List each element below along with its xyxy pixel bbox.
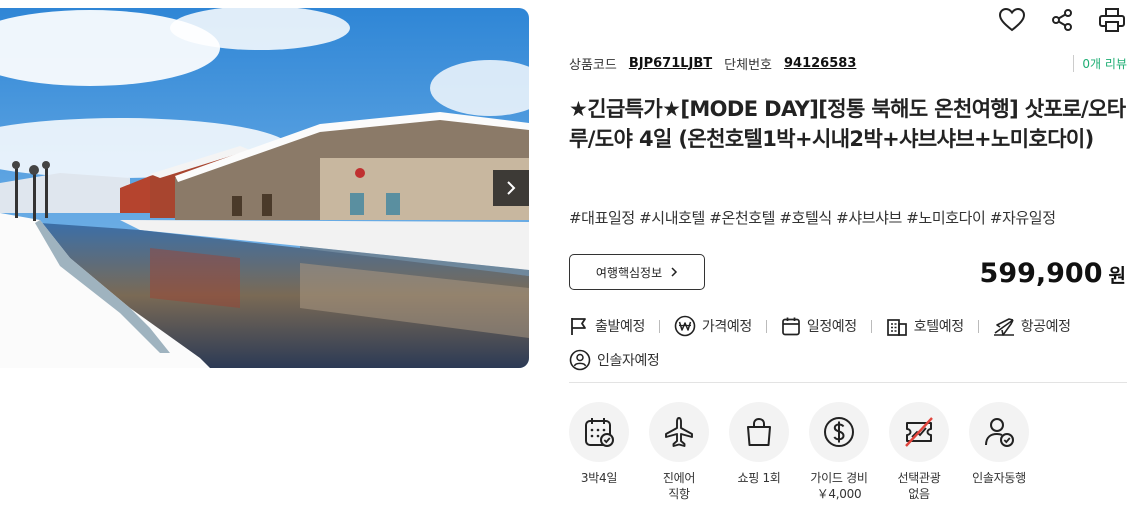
won-icon xyxy=(674,315,696,337)
feature-shopping: 쇼핑 1회 xyxy=(729,402,789,502)
airplane-icon xyxy=(665,417,693,447)
feature-caption: 진에어 직항 xyxy=(662,470,696,502)
printer-icon xyxy=(1099,8,1125,32)
notice-label: 호텔예정 xyxy=(913,319,964,335)
notice-guide[interactable]: 인솔자예정 xyxy=(569,348,1129,372)
feature-caption: 인솔자동행 xyxy=(972,470,1026,486)
otaru-canal-photo xyxy=(0,8,529,368)
person-icon xyxy=(569,349,591,371)
divider xyxy=(870,319,872,333)
heart-icon xyxy=(999,8,1025,32)
feature-line1: 인솔자동행 xyxy=(972,471,1026,485)
feature-guide-fee: 가이드 경비 ￥4,000 xyxy=(809,402,869,502)
feature-tour-leader: 인솔자동행 xyxy=(969,402,1029,502)
flag-icon xyxy=(571,318,586,335)
guide-person-icon xyxy=(985,418,1014,447)
product-codes-row: 상품코드 BJP671LJBT 단체번호 94126583 0개 리뷰 xyxy=(569,54,1127,73)
notice-departure[interactable]: 출발예정 xyxy=(569,314,645,338)
feature-line1: 가이드 경비 xyxy=(810,471,868,485)
notice-label: 일정예정 xyxy=(806,319,857,335)
wishlist-heart-button[interactable] xyxy=(998,6,1026,34)
feature-caption: 3박4일 xyxy=(581,470,617,486)
feature-line2: 직항 xyxy=(668,487,690,501)
notice-label: 가격예정 xyxy=(701,319,752,335)
feature-caption: 가이드 경비 ￥4,000 xyxy=(810,470,868,502)
notice-price[interactable]: 가격예정 xyxy=(674,314,752,338)
feature-line1: 3박4일 xyxy=(580,471,618,485)
chevron-right-icon xyxy=(507,181,516,195)
share-icon xyxy=(1052,9,1072,31)
feature-line2: 없음 xyxy=(908,487,930,501)
divider xyxy=(977,319,979,333)
feature-icon-circle xyxy=(969,402,1029,462)
trip-feature-list: 3박4일 진에어 직항 쇼핑 1회 가이드 경비 ￥4,000 선택관광 없음 … xyxy=(569,402,1029,502)
shopping-bag-icon xyxy=(747,417,771,446)
airplane-icon xyxy=(993,318,1014,336)
core-info-button[interactable]: 여행핵심정보 xyxy=(569,254,705,290)
feature-line1: 진에어 xyxy=(662,471,696,485)
feature-line1: 쇼핑 1회 xyxy=(737,471,781,485)
feature-icon-circle xyxy=(729,402,789,462)
feature-caption: 쇼핑 1회 xyxy=(737,470,780,486)
notice-label: 출발예정 xyxy=(595,319,645,335)
notice-itinerary[interactable]: 일정예정 xyxy=(781,314,857,338)
product-actions xyxy=(998,6,1126,34)
dollar-icon xyxy=(824,417,854,447)
notice-flight[interactable]: 항공예정 xyxy=(993,314,1071,338)
notice-hotel[interactable]: 호텔예정 xyxy=(886,314,964,338)
feature-line2: ￥4,000 xyxy=(816,487,862,501)
chevron-right-icon xyxy=(671,267,678,277)
ticket-none-icon xyxy=(905,417,933,447)
product-title: ★긴급특가★[MODE DAY][정통 북해도 온천여행] 삿포로/오타루/도야… xyxy=(569,97,1126,151)
divider xyxy=(765,319,767,333)
product-price: 599,900 원 xyxy=(980,258,1126,289)
calendar-check-icon xyxy=(585,418,614,447)
schedule-notice-row: 출발예정 가격예정 일정예정 호텔예정 항공예정 인솔자예정 xyxy=(569,314,1129,372)
section-divider xyxy=(569,382,1127,383)
feature-optional-tour: 선택관광 없음 xyxy=(889,402,949,502)
feature-caption: 선택관광 없음 xyxy=(898,470,941,502)
feature-duration: 3박4일 xyxy=(569,402,629,502)
feature-icon-circle xyxy=(889,402,949,462)
review-count-link[interactable]: 0개 리뷰 xyxy=(1073,55,1127,72)
feature-icon-circle xyxy=(809,402,869,462)
feature-line1: 선택관광 xyxy=(897,471,941,485)
price-unit: 원 xyxy=(1108,265,1126,287)
building-icon xyxy=(886,319,907,336)
notice-label: 항공예정 xyxy=(1020,319,1071,335)
group-number-value[interactable]: 94126583 xyxy=(784,56,856,71)
core-info-label: 여행핵심정보 xyxy=(595,265,663,280)
calendar-icon xyxy=(781,317,800,336)
price-amount: 599,900 xyxy=(979,258,1103,289)
divider xyxy=(658,319,660,333)
product-code-value[interactable]: BJP671LJBT xyxy=(629,56,712,71)
feature-icon-circle xyxy=(649,402,709,462)
gallery-next-button[interactable] xyxy=(493,170,529,206)
share-button[interactable] xyxy=(1048,6,1076,34)
notice-label: 인솔자예정 xyxy=(597,353,660,369)
group-number-label: 단체번호 xyxy=(724,58,772,73)
print-button[interactable] xyxy=(1098,6,1126,34)
feature-icon-circle xyxy=(569,402,629,462)
product-image-gallery[interactable] xyxy=(0,8,529,368)
product-hashtags: #대표일정 #시내호텔 #온천호텔 #호텔식 #샤브샤브 #노미호다이 #자유일… xyxy=(569,209,1056,227)
product-code-label: 상품코드 xyxy=(569,58,617,73)
feature-airline: 진에어 직항 xyxy=(649,402,709,502)
